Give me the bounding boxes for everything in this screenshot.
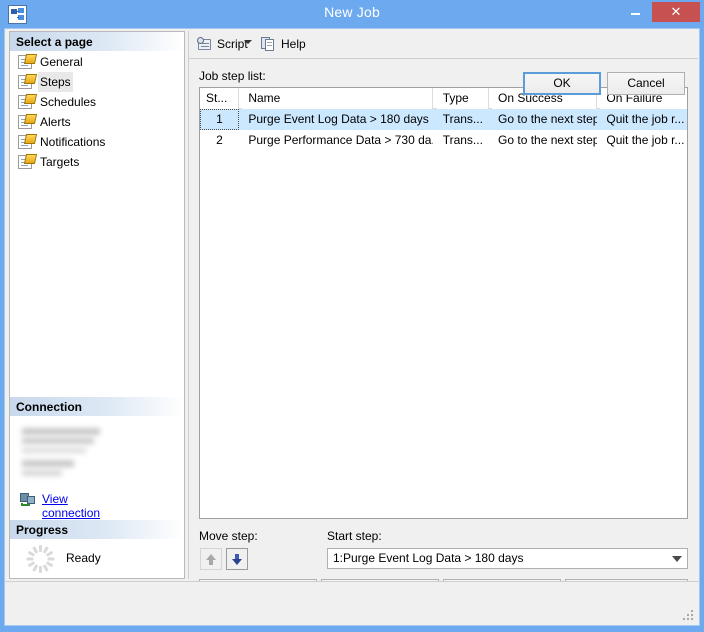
connection-header: Connection bbox=[9, 397, 185, 416]
move-step-down-button[interactable] bbox=[226, 548, 248, 570]
page-icon bbox=[18, 155, 32, 169]
content-panel: Script Help Job step list: St... Name Ty… bbox=[188, 31, 697, 579]
minimize-icon bbox=[631, 13, 640, 15]
table-row[interactable]: 1 Purge Event Log Data > 180 days Trans.… bbox=[200, 109, 687, 130]
cell-on-failure: Quit the job r... bbox=[600, 109, 688, 130]
help-button-label: Help bbox=[281, 37, 306, 51]
chevron-down-icon[interactable] bbox=[244, 40, 252, 44]
page-icon bbox=[18, 115, 32, 129]
sidebar-item-label: Schedules bbox=[38, 92, 98, 112]
dialog-client-area: Select a page General Steps Schedules Al… bbox=[4, 28, 700, 626]
page-list: General Steps Schedules Alerts Notificat… bbox=[10, 52, 184, 172]
arrow-up-icon bbox=[206, 554, 216, 565]
progress-status: Ready bbox=[66, 551, 101, 565]
page-icon bbox=[18, 55, 32, 69]
redacted-text bbox=[22, 470, 62, 476]
dialog-toolbar: Script Help bbox=[189, 31, 698, 59]
close-button[interactable]: ✕ bbox=[652, 2, 700, 22]
title-bar: New Job ✕ bbox=[0, 0, 704, 28]
sidebar-item-label: Targets bbox=[38, 152, 81, 172]
cell-type: Trans... bbox=[437, 130, 489, 151]
redacted-text bbox=[22, 428, 100, 435]
redacted-text bbox=[22, 460, 74, 467]
server-connection-icon bbox=[20, 493, 36, 507]
column-header-type[interactable]: Type bbox=[437, 88, 489, 109]
cell-type: Trans... bbox=[437, 109, 489, 130]
job-step-list-label: Job step list: bbox=[199, 69, 266, 83]
cell-name: Purge Event Log Data > 180 days bbox=[242, 109, 433, 130]
table-row[interactable]: 2 Purge Performance Data > 730 da... Tra… bbox=[200, 130, 687, 151]
resize-grip[interactable] bbox=[683, 610, 695, 622]
sidebar-item-alerts[interactable]: Alerts bbox=[10, 112, 184, 132]
start-step-value: 1:Purge Event Log Data > 180 days bbox=[333, 551, 523, 565]
start-step-label: Start step: bbox=[327, 529, 382, 543]
sidebar-item-label: Notifications bbox=[38, 132, 107, 152]
sidebar-item-label: General bbox=[38, 52, 85, 72]
connection-details: View connection properties bbox=[9, 416, 185, 520]
window-title: New Job bbox=[0, 4, 704, 20]
chevron-down-icon[interactable] bbox=[672, 556, 681, 562]
sidebar-item-schedules[interactable]: Schedules bbox=[10, 92, 184, 112]
page-icon bbox=[18, 75, 32, 89]
move-step-label: Move step: bbox=[199, 529, 258, 543]
sidebar-item-steps[interactable]: Steps bbox=[10, 72, 184, 92]
redacted-text bbox=[22, 438, 94, 444]
start-step-select[interactable]: 1:Purge Event Log Data > 180 days bbox=[327, 548, 688, 569]
cell-name: Purge Performance Data > 730 da... bbox=[242, 130, 433, 151]
ok-button[interactable]: OK bbox=[523, 72, 601, 95]
column-header-step[interactable]: St... bbox=[200, 88, 239, 109]
cell-on-success: Go to the next step bbox=[492, 109, 597, 130]
help-icon bbox=[261, 37, 277, 52]
minimize-button[interactable] bbox=[620, 0, 650, 22]
cancel-button[interactable]: Cancel bbox=[607, 72, 685, 95]
sidebar-item-notifications[interactable]: Notifications bbox=[10, 132, 184, 152]
arrow-down-icon bbox=[232, 554, 242, 565]
dialog-footer bbox=[5, 581, 699, 625]
move-step-up-button[interactable] bbox=[200, 548, 222, 570]
script-icon bbox=[197, 37, 213, 52]
sidebar-item-label: Alerts bbox=[38, 112, 73, 132]
cell-on-failure: Quit the job r... bbox=[600, 130, 688, 151]
cell-on-success: Go to the next step bbox=[492, 130, 597, 151]
redacted-text bbox=[22, 448, 86, 453]
progress-body: Ready bbox=[9, 539, 185, 579]
progress-spinner-icon bbox=[26, 545, 54, 573]
sidebar-item-general[interactable]: General bbox=[10, 52, 184, 72]
cell-step: 2 bbox=[200, 130, 239, 151]
progress-header: Progress bbox=[9, 520, 185, 539]
cell-step: 1 bbox=[200, 109, 239, 130]
select-a-page-header: Select a page bbox=[10, 32, 184, 51]
sidebar-item-targets[interactable]: Targets bbox=[10, 152, 184, 172]
sidebar-item-label: Steps bbox=[38, 72, 73, 92]
job-step-list[interactable]: St... Name Type On Success On Failure 1 … bbox=[199, 87, 688, 519]
close-icon: ✕ bbox=[652, 2, 700, 22]
column-header-name[interactable]: Name bbox=[242, 88, 433, 109]
page-icon bbox=[18, 95, 32, 109]
page-icon bbox=[18, 135, 32, 149]
new-job-dialog: New Job ✕ Select a page General Steps bbox=[0, 0, 704, 632]
